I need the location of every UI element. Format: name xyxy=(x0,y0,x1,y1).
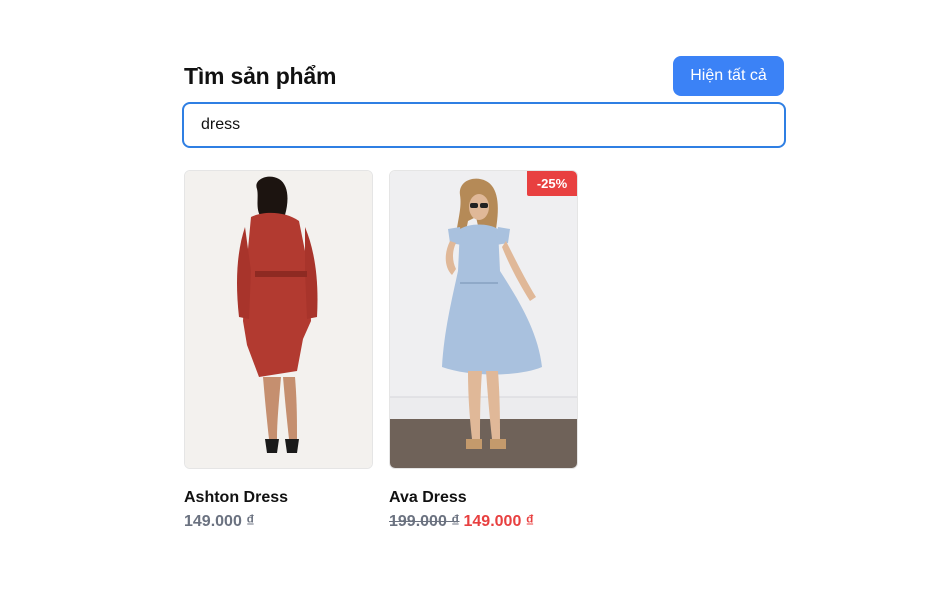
blue-dress-photo xyxy=(390,171,577,468)
product-name[interactable]: Ava Dress xyxy=(389,488,467,508)
red-dress-photo xyxy=(185,171,372,468)
show-all-button[interactable]: Hiện tất cả xyxy=(673,56,784,96)
product-search-page: Tìm sản phẩm Hiện tất cả dress Ashton Dr… xyxy=(0,0,928,612)
product-card[interactable]: -25% Ava Dress 199.000 ₫ 149.000 ₫ xyxy=(389,170,578,530)
header: Tìm sản phẩm Hiện tất cả xyxy=(184,56,784,96)
discount-badge: -25% xyxy=(527,171,577,196)
product-price: 149.000 ₫ xyxy=(184,513,255,530)
search-input[interactable] xyxy=(182,102,786,148)
product-name[interactable]: Ashton Dress xyxy=(184,488,288,508)
price-row: 199.000 ₫ 149.000 ₫ xyxy=(389,512,534,532)
sale-price: 149.000 ₫ xyxy=(463,513,535,530)
product-image[interactable]: -25% xyxy=(389,170,578,469)
product-image[interactable] xyxy=(184,170,373,469)
product-card[interactable]: Ashton Dress 149.000 ₫ xyxy=(184,170,373,530)
page-title: Tìm sản phẩm xyxy=(184,63,337,89)
price-row: 149.000 ₫ xyxy=(184,512,255,532)
original-price: 199.000 ₫ xyxy=(389,513,460,530)
